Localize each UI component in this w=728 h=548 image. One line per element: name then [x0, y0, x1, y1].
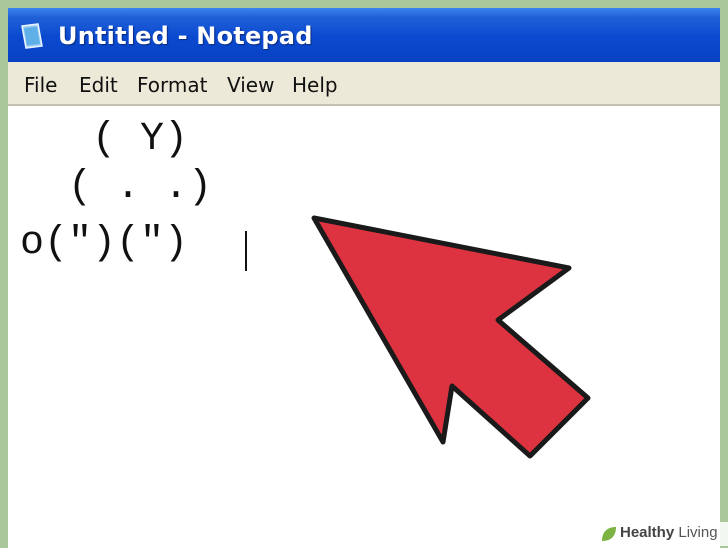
menu-format[interactable]: Format	[137, 73, 207, 97]
menu-view[interactable]: View	[227, 73, 274, 97]
notepad-icon[interactable]	[20, 22, 44, 50]
watermark-text: Healthy Living	[620, 524, 718, 541]
watermark: Healthy Living	[596, 522, 728, 546]
editor-line: ( Y)	[20, 117, 189, 162]
text-caret	[245, 231, 247, 271]
notepad-window: Untitled - Notepad File Edit Format View…	[8, 8, 720, 548]
editor-line: o(")(")	[20, 221, 189, 266]
text-editor-area[interactable]: ( Y) ( . .) o(")(")	[8, 106, 720, 548]
window-title: Untitled - Notepad	[58, 22, 313, 50]
menu-help[interactable]: Help	[292, 73, 338, 97]
menu-file[interactable]: File	[24, 73, 57, 97]
editor-line: ( . .)	[20, 165, 213, 210]
leaf-icon	[602, 527, 616, 541]
title-bar[interactable]: Untitled - Notepad	[8, 8, 720, 62]
menu-edit[interactable]: Edit	[79, 73, 118, 97]
menu-bar: File Edit Format View Help	[8, 62, 720, 106]
